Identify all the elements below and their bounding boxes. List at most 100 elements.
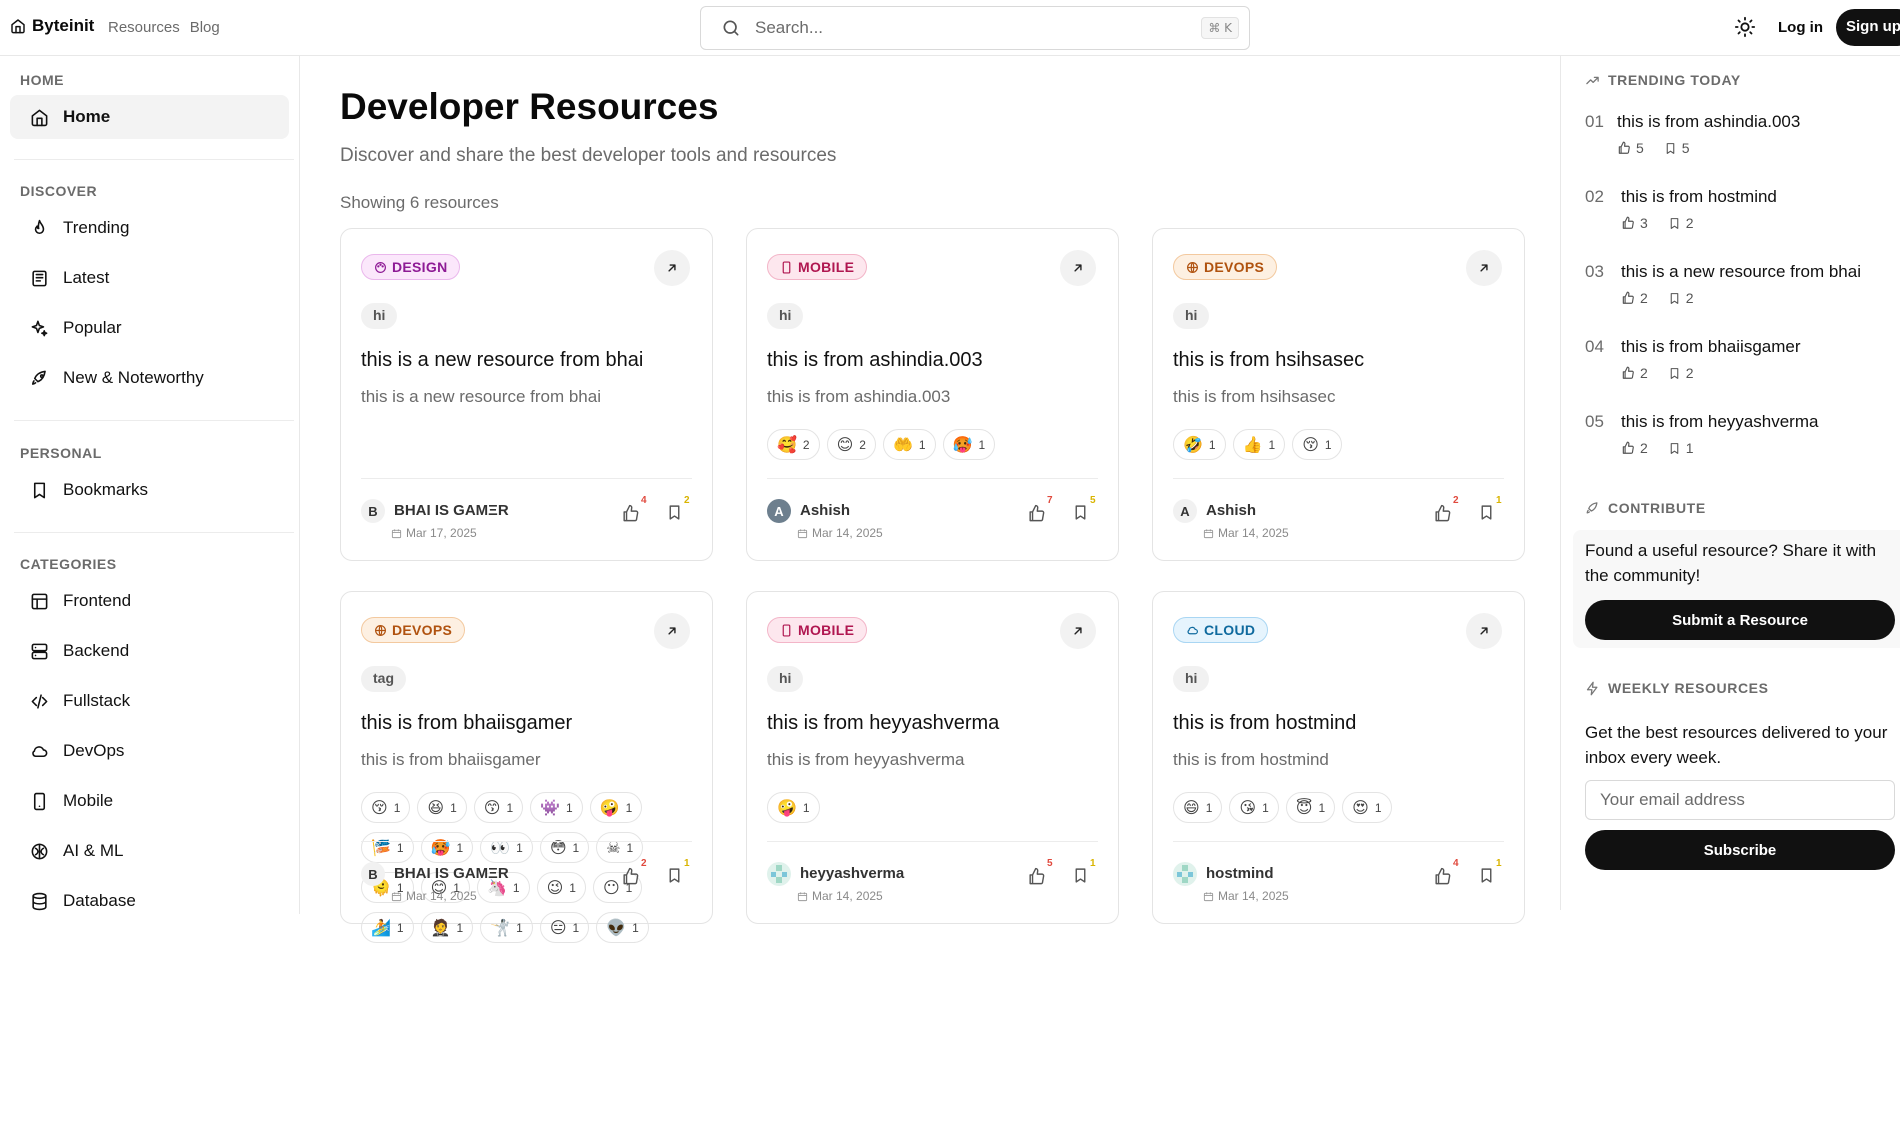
reaction-chip[interactable]: 😚 1 xyxy=(1292,429,1342,460)
signup-button[interactable]: Sign up xyxy=(1836,9,1900,46)
sidebar-item-latest[interactable]: Latest xyxy=(10,256,289,300)
reaction-chip[interactable]: 👾 1 xyxy=(530,792,583,823)
sidebar-item-frontend[interactable]: Frontend xyxy=(10,579,289,623)
trending-title[interactable]: this is a new resource from bhai xyxy=(1621,262,1861,282)
tag-chip[interactable]: hi xyxy=(767,303,804,329)
theme-toggle-button[interactable] xyxy=(1734,16,1756,38)
category-badge[interactable]: CLOUD xyxy=(1173,617,1269,643)
open-link-button[interactable] xyxy=(1466,250,1502,286)
trending-title[interactable]: this is from hostmind xyxy=(1621,187,1777,207)
sidebar-item-popular[interactable]: Popular xyxy=(10,306,289,350)
tag-chip[interactable]: hi xyxy=(1173,303,1210,329)
card-title[interactable]: this is from heyyashverma xyxy=(767,712,999,735)
category-badge[interactable]: DESIGN xyxy=(361,254,461,280)
nav-link-resources[interactable]: Resources xyxy=(108,19,180,36)
author-name[interactable]: Ashish xyxy=(800,502,850,519)
sidebar-item-mobile[interactable]: Mobile xyxy=(10,779,289,823)
tag-chip[interactable]: hi xyxy=(1173,666,1210,692)
sidebar-item-devops[interactable]: DevOps xyxy=(10,729,289,773)
bookmark-button[interactable] xyxy=(1478,867,1495,884)
card-title[interactable]: this is from ashindia.003 xyxy=(767,349,983,372)
bookmark-button[interactable] xyxy=(666,504,683,521)
reaction-chip[interactable]: 😊 2 xyxy=(826,429,876,460)
reaction-chip[interactable]: 🥵 1 xyxy=(942,429,996,460)
trending-title[interactable]: this is from ashindia.003 xyxy=(1617,112,1800,132)
reaction-count: 1 xyxy=(1262,800,1269,815)
card-footer: heyyashverma Mar 14, 2025 5 1 xyxy=(767,841,1098,923)
search-bar[interactable]: Search... ⌘ K xyxy=(700,6,1250,50)
author-name[interactable]: heyyashverma xyxy=(800,865,904,882)
reaction-chip[interactable]: 😆 1 xyxy=(417,792,467,823)
tag-chip[interactable]: tag xyxy=(361,666,406,692)
submit-resource-button[interactable]: Submit a Resource xyxy=(1585,600,1895,640)
open-link-button[interactable] xyxy=(1466,613,1502,649)
sidebar-item-trending[interactable]: Trending xyxy=(10,206,289,250)
resource-card[interactable]: DEVOPS tag this is from bhaiisgamer this… xyxy=(340,591,713,943)
tag-chip[interactable]: hi xyxy=(767,666,804,692)
bookmark-button[interactable] xyxy=(1478,504,1495,521)
author-name[interactable]: BHAI IS GAMΞR xyxy=(394,865,509,882)
open-link-button[interactable] xyxy=(1060,250,1096,286)
reaction-chip[interactable]: 😍 1 xyxy=(1342,792,1392,823)
like-button[interactable] xyxy=(1027,867,1046,886)
bookmark-button[interactable] xyxy=(1072,504,1089,521)
reaction-chip[interactable]: 😙 1 xyxy=(473,792,524,823)
email-field[interactable] xyxy=(1585,780,1895,820)
calendar-icon xyxy=(1203,891,1214,902)
card-title[interactable]: this is from hostmind xyxy=(1173,712,1356,735)
reaction-count: 1 xyxy=(566,800,573,815)
like-button[interactable] xyxy=(621,867,640,886)
resource-card[interactable]: DESIGN hi this is a new resource from bh… xyxy=(340,228,713,561)
category-badge[interactable]: DEVOPS xyxy=(361,617,466,643)
sidebar-item-backend[interactable]: Backend xyxy=(10,629,289,673)
category-badge[interactable]: MOBILE xyxy=(767,617,868,643)
brand-logo[interactable]: Byteinit xyxy=(10,16,94,36)
reaction-chip[interactable]: 😇 1 xyxy=(1285,792,1336,823)
resource-card[interactable]: MOBILE hi this is from ashindia.003 this… xyxy=(746,228,1119,561)
resource-card[interactable]: DEVOPS hi this is from hsihsasec this is… xyxy=(1152,228,1525,561)
resource-card[interactable]: MOBILE hi this is from heyyashverma this… xyxy=(746,591,1119,924)
sidebar-item-fullstack[interactable]: Fullstack xyxy=(10,679,289,723)
tag-chip[interactable]: hi xyxy=(361,303,398,329)
open-link-button[interactable] xyxy=(1060,613,1096,649)
trending-title[interactable]: this is from bhaiisgamer xyxy=(1621,337,1801,357)
card-title[interactable]: this is from hsihsasec xyxy=(1173,349,1364,372)
nav-link-blog[interactable]: Blog xyxy=(190,19,220,36)
card-title[interactable]: this is a new resource from bhai xyxy=(361,349,643,372)
category-badge[interactable]: MOBILE xyxy=(767,254,868,280)
reaction-chip[interactable]: 😚 1 xyxy=(361,792,411,823)
reaction-chip[interactable]: 👍 1 xyxy=(1232,429,1286,460)
sidebar-item-bookmarks[interactable]: Bookmarks xyxy=(10,468,289,512)
sidebar-item-database[interactable]: Database xyxy=(10,879,289,923)
trending-title[interactable]: this is from heyyashverma xyxy=(1621,412,1818,432)
open-link-button[interactable] xyxy=(654,613,690,649)
subscribe-button[interactable]: Subscribe xyxy=(1585,830,1895,870)
reaction-chip[interactable]: 🥰 2 xyxy=(767,429,820,460)
reaction-chip[interactable]: 🤣 1 xyxy=(1173,429,1226,460)
bookmark-button[interactable] xyxy=(666,867,683,884)
reaction-chip[interactable]: 😄 1 xyxy=(1173,792,1223,823)
post-date: Mar 14, 2025 xyxy=(797,889,883,903)
reaction-chip[interactable]: 🤪 1 xyxy=(589,792,643,823)
card-footer: hostmind Mar 14, 2025 4 1 xyxy=(1173,841,1504,923)
bookmark-button[interactable] xyxy=(1072,867,1089,884)
sidebar-item-home[interactable]: Home xyxy=(10,95,289,139)
like-button[interactable] xyxy=(1433,867,1452,886)
open-link-button[interactable] xyxy=(654,250,690,286)
search-icon xyxy=(721,18,741,38)
reaction-chip[interactable]: 🤲 1 xyxy=(882,429,936,460)
reaction-chip[interactable]: 😘 1 xyxy=(1229,792,1279,823)
like-button[interactable] xyxy=(621,504,640,523)
login-button[interactable]: Log in xyxy=(1778,19,1823,36)
sidebar-item-new-noteworthy[interactable]: New & Noteworthy xyxy=(10,356,289,400)
reaction-chip[interactable]: 🤪 1 xyxy=(767,792,820,823)
sidebar-item-ai-ml[interactable]: AI & ML xyxy=(10,829,289,873)
author-name[interactable]: Ashish xyxy=(1206,502,1256,519)
resource-card[interactable]: CLOUD hi this is from hostmind this is f… xyxy=(1152,591,1525,924)
author-name[interactable]: hostmind xyxy=(1206,865,1274,882)
author-name[interactable]: BHAI IS GAMΞR xyxy=(394,502,509,519)
category-badge[interactable]: DEVOPS xyxy=(1173,254,1278,280)
card-title[interactable]: this is from bhaiisgamer xyxy=(361,712,572,735)
like-button[interactable] xyxy=(1027,504,1046,523)
like-button[interactable] xyxy=(1433,504,1452,523)
